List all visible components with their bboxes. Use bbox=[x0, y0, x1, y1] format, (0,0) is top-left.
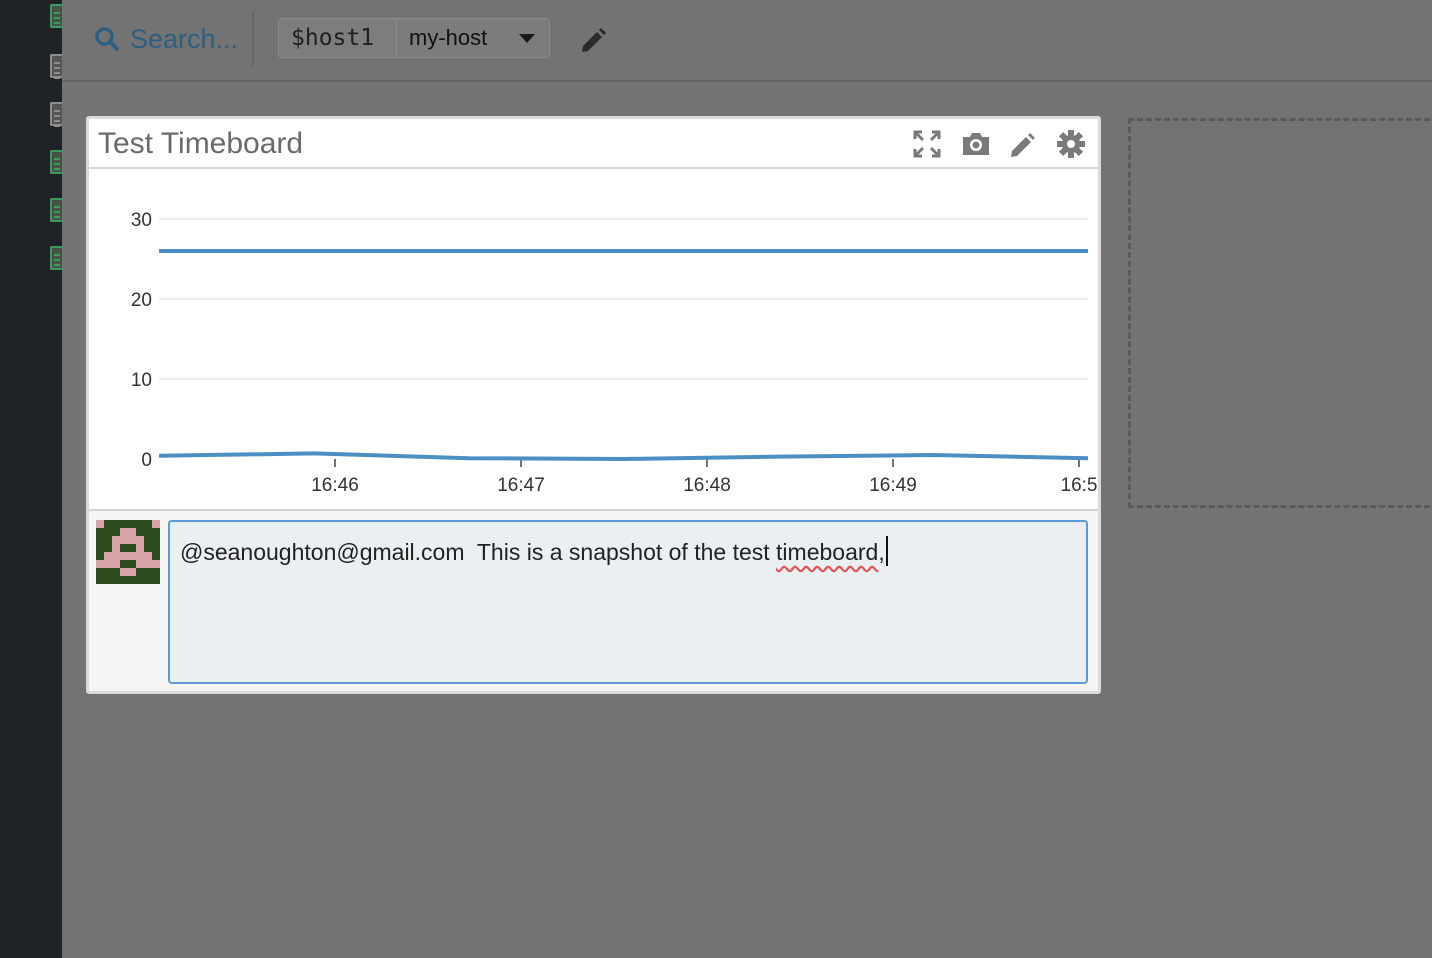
x-tick-label: 16:49 bbox=[869, 475, 917, 496]
dashboard-list-icon[interactable] bbox=[50, 54, 62, 78]
camera-icon[interactable] bbox=[960, 129, 990, 159]
x-tick-label: 16:47 bbox=[497, 475, 545, 496]
template-variable-name: $host1 bbox=[279, 19, 396, 57]
dashboard-list-icon[interactable] bbox=[50, 102, 62, 126]
x-tick-label: 16:5 bbox=[1061, 475, 1098, 496]
y-tick-label: 10 bbox=[131, 370, 152, 391]
template-variable-value: my-host bbox=[409, 25, 488, 50]
pencil-icon[interactable] bbox=[578, 24, 608, 54]
search-icon bbox=[95, 27, 119, 51]
empty-widget-placeholder[interactable] bbox=[1128, 118, 1432, 508]
left-sidebar bbox=[0, 0, 62, 958]
gear-icon[interactable] bbox=[1056, 129, 1086, 159]
y-tick-label: 30 bbox=[131, 210, 152, 231]
comment-misspelled-word: timeboard bbox=[776, 539, 879, 565]
template-variable-select[interactable]: my-host bbox=[396, 19, 549, 57]
dashboard-list-icon[interactable] bbox=[50, 150, 62, 174]
y-tick-label: 0 bbox=[141, 450, 152, 471]
x-tick-label: 16:46 bbox=[311, 475, 359, 496]
dashboard-list-icon[interactable] bbox=[50, 4, 62, 28]
dashboard-list-icon[interactable] bbox=[50, 246, 62, 270]
pencil-icon[interactable] bbox=[1008, 129, 1038, 159]
widget-header: Test Timeboard bbox=[89, 119, 1098, 169]
snapshot-comment-area: @seanoughton@gmail.com This is a snapsho… bbox=[89, 509, 1098, 691]
timeboard-widget: Test Timeboard 0 10 20 30 16:46 16:47 16… bbox=[86, 116, 1101, 694]
expand-icon[interactable] bbox=[912, 129, 942, 159]
template-variable: $host1 my-host bbox=[278, 18, 550, 58]
avatar bbox=[96, 520, 160, 584]
chevron-down-icon bbox=[519, 33, 535, 43]
comment-text: This is a snapshot of the test bbox=[464, 539, 777, 565]
search-box[interactable]: Search... bbox=[94, 22, 238, 56]
comment-input[interactable]: @seanoughton@gmail.com This is a snapsho… bbox=[168, 520, 1088, 684]
widget-title: Test Timeboard bbox=[98, 127, 304, 160]
timeseries-chart: 0 10 20 30 16:46 16:47 16:48 16:49 16:5 bbox=[131, 210, 1098, 496]
y-tick-label: 20 bbox=[131, 290, 152, 311]
dashboard-list-icon[interactable] bbox=[50, 198, 62, 222]
dashboard-toolbar: Search... $host1 my-host bbox=[62, 0, 1432, 82]
text-cursor bbox=[885, 536, 888, 566]
x-tick-label: 16:48 bbox=[683, 475, 731, 496]
toolbar-divider bbox=[252, 12, 254, 66]
widget-actions bbox=[912, 129, 1086, 159]
comment-text-end: , bbox=[878, 539, 885, 565]
search-placeholder: Search... bbox=[130, 23, 239, 54]
comment-mention: @seanoughton@gmail.com bbox=[180, 539, 465, 565]
series-line-1[interactable] bbox=[158, 451, 1089, 461]
